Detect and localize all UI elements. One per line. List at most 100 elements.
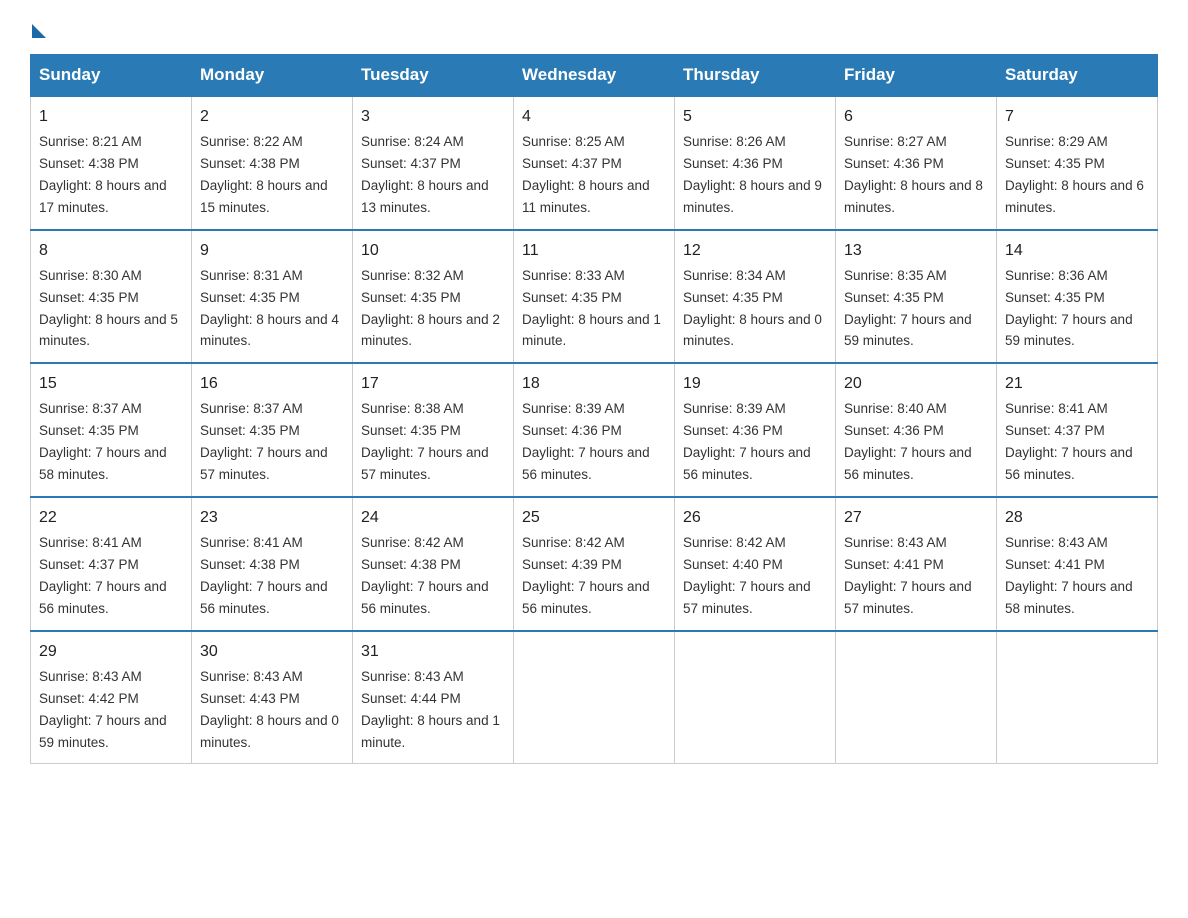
day-info: Sunrise: 8:34 AMSunset: 4:35 PMDaylight:… [683,268,822,349]
day-info: Sunrise: 8:26 AMSunset: 4:36 PMDaylight:… [683,134,822,215]
day-info: Sunrise: 8:31 AMSunset: 4:35 PMDaylight:… [200,268,339,349]
day-number: 2 [200,105,344,129]
day-info: Sunrise: 8:21 AMSunset: 4:38 PMDaylight:… [39,134,167,215]
day-number: 25 [522,506,666,530]
calendar-cell [514,631,675,764]
calendar-table: SundayMondayTuesdayWednesdayThursdayFrid… [30,54,1158,764]
calendar-cell: 6 Sunrise: 8:27 AMSunset: 4:36 PMDaylight… [836,96,997,230]
calendar-cell: 2Sunrise: 8:22 AMSunset: 4:38 PMDaylight… [192,96,353,230]
logo [30,20,46,36]
calendar-cell: 21 Sunrise: 8:41 AMSunset: 4:37 PMDayligh… [997,363,1158,497]
day-number: 8 [39,239,183,263]
calendar-week-5: 29Sunrise: 8:43 AMSunset: 4:42 PMDayligh… [31,631,1158,764]
calendar-cell: 30 Sunrise: 8:43 AMSunset: 4:43 PMDayligh… [192,631,353,764]
calendar-cell: 1 Sunrise: 8:21 AMSunset: 4:38 PMDaylight… [31,96,192,230]
day-number: 18 [522,372,666,396]
calendar-cell: 15 Sunrise: 8:37 AMSunset: 4:35 PMDayligh… [31,363,192,497]
calendar-cell [997,631,1158,764]
weekday-row: SundayMondayTuesdayWednesdayThursdayFrid… [31,55,1158,97]
day-number: 30 [200,640,344,664]
calendar-cell: 23 Sunrise: 8:41 AMSunset: 4:38 PMDayligh… [192,497,353,631]
calendar-cell: 16Sunrise: 8:37 AMSunset: 4:35 PMDayligh… [192,363,353,497]
day-info: Sunrise: 8:40 AMSunset: 4:36 PMDaylight:… [844,401,972,482]
day-number: 13 [844,239,988,263]
day-info: Sunrise: 8:43 AMSunset: 4:43 PMDaylight:… [200,669,339,750]
day-info: Sunrise: 8:35 AMSunset: 4:35 PMDaylight:… [844,268,972,349]
day-info: Sunrise: 8:27 AMSunset: 4:36 PMDaylight:… [844,134,983,215]
day-number: 10 [361,239,505,263]
calendar-cell: 7Sunrise: 8:29 AMSunset: 4:35 PMDaylight… [997,96,1158,230]
day-number: 11 [522,239,666,263]
day-info: Sunrise: 8:42 AMSunset: 4:38 PMDaylight:… [361,535,489,616]
calendar-cell: 22Sunrise: 8:41 AMSunset: 4:37 PMDayligh… [31,497,192,631]
day-info: Sunrise: 8:39 AMSunset: 4:36 PMDaylight:… [683,401,811,482]
calendar-cell: 25 Sunrise: 8:42 AMSunset: 4:39 PMDayligh… [514,497,675,631]
day-info: Sunrise: 8:24 AMSunset: 4:37 PMDaylight:… [361,134,489,215]
day-number: 21 [1005,372,1149,396]
day-number: 29 [39,640,183,664]
day-number: 15 [39,372,183,396]
calendar-week-4: 22Sunrise: 8:41 AMSunset: 4:37 PMDayligh… [31,497,1158,631]
day-number: 31 [361,640,505,664]
day-number: 12 [683,239,827,263]
day-number: 27 [844,506,988,530]
calendar-cell: 3 Sunrise: 8:24 AMSunset: 4:37 PMDaylight… [353,96,514,230]
day-number: 17 [361,372,505,396]
day-info: Sunrise: 8:41 AMSunset: 4:38 PMDaylight:… [200,535,328,616]
calendar-week-2: 8 Sunrise: 8:30 AMSunset: 4:35 PMDaylight… [31,230,1158,364]
calendar-cell [675,631,836,764]
day-info: Sunrise: 8:30 AMSunset: 4:35 PMDaylight:… [39,268,178,349]
day-info: Sunrise: 8:33 AMSunset: 4:35 PMDaylight:… [522,268,661,349]
day-number: 16 [200,372,344,396]
day-number: 14 [1005,239,1149,263]
weekday-header-tuesday: Tuesday [353,55,514,97]
logo-text [30,20,46,38]
calendar-cell: 12 Sunrise: 8:34 AMSunset: 4:35 PMDayligh… [675,230,836,364]
day-number: 26 [683,506,827,530]
day-number: 7 [1005,105,1149,129]
day-info: Sunrise: 8:41 AMSunset: 4:37 PMDaylight:… [1005,401,1133,482]
day-number: 3 [361,105,505,129]
calendar-cell: 10Sunrise: 8:32 AMSunset: 4:35 PMDayligh… [353,230,514,364]
calendar-week-1: 1 Sunrise: 8:21 AMSunset: 4:38 PMDaylight… [31,96,1158,230]
day-info: Sunrise: 8:38 AMSunset: 4:35 PMDaylight:… [361,401,489,482]
day-info: Sunrise: 8:42 AMSunset: 4:39 PMDaylight:… [522,535,650,616]
day-number: 19 [683,372,827,396]
calendar-cell: 20Sunrise: 8:40 AMSunset: 4:36 PMDayligh… [836,363,997,497]
weekday-header-monday: Monday [192,55,353,97]
day-info: Sunrise: 8:42 AMSunset: 4:40 PMDaylight:… [683,535,811,616]
day-info: Sunrise: 8:43 AMSunset: 4:44 PMDaylight:… [361,669,500,750]
weekday-header-wednesday: Wednesday [514,55,675,97]
calendar-week-3: 15 Sunrise: 8:37 AMSunset: 4:35 PMDayligh… [31,363,1158,497]
calendar-cell: 26 Sunrise: 8:42 AMSunset: 4:40 PMDayligh… [675,497,836,631]
calendar-header: SundayMondayTuesdayWednesdayThursdayFrid… [31,55,1158,97]
day-info: Sunrise: 8:39 AMSunset: 4:36 PMDaylight:… [522,401,650,482]
day-info: Sunrise: 8:43 AMSunset: 4:41 PMDaylight:… [1005,535,1133,616]
calendar-cell: 28 Sunrise: 8:43 AMSunset: 4:41 PMDayligh… [997,497,1158,631]
day-info: Sunrise: 8:37 AMSunset: 4:35 PMDaylight:… [39,401,167,482]
weekday-header-sunday: Sunday [31,55,192,97]
calendar-cell: 11 Sunrise: 8:33 AMSunset: 4:35 PMDayligh… [514,230,675,364]
calendar-cell: 27Sunrise: 8:43 AMSunset: 4:41 PMDayligh… [836,497,997,631]
day-info: Sunrise: 8:36 AMSunset: 4:35 PMDaylight:… [1005,268,1133,349]
calendar-cell: 24 Sunrise: 8:42 AMSunset: 4:38 PMDayligh… [353,497,514,631]
day-number: 1 [39,105,183,129]
calendar-body: 1 Sunrise: 8:21 AMSunset: 4:38 PMDaylight… [31,96,1158,764]
weekday-header-saturday: Saturday [997,55,1158,97]
day-number: 24 [361,506,505,530]
calendar-cell: 19 Sunrise: 8:39 AMSunset: 4:36 PMDayligh… [675,363,836,497]
day-number: 22 [39,506,183,530]
calendar-cell: 31 Sunrise: 8:43 AMSunset: 4:44 PMDayligh… [353,631,514,764]
day-number: 5 [683,105,827,129]
day-number: 6 [844,105,988,129]
calendar-cell: 9 Sunrise: 8:31 AMSunset: 4:35 PMDaylight… [192,230,353,364]
calendar-cell: 29Sunrise: 8:43 AMSunset: 4:42 PMDayligh… [31,631,192,764]
calendar-cell: 13 Sunrise: 8:35 AMSunset: 4:35 PMDayligh… [836,230,997,364]
day-number: 28 [1005,506,1149,530]
day-info: Sunrise: 8:25 AMSunset: 4:37 PMDaylight:… [522,134,650,215]
calendar-cell: 8 Sunrise: 8:30 AMSunset: 4:35 PMDaylight… [31,230,192,364]
day-number: 9 [200,239,344,263]
day-number: 23 [200,506,344,530]
day-number: 4 [522,105,666,129]
calendar-cell [836,631,997,764]
